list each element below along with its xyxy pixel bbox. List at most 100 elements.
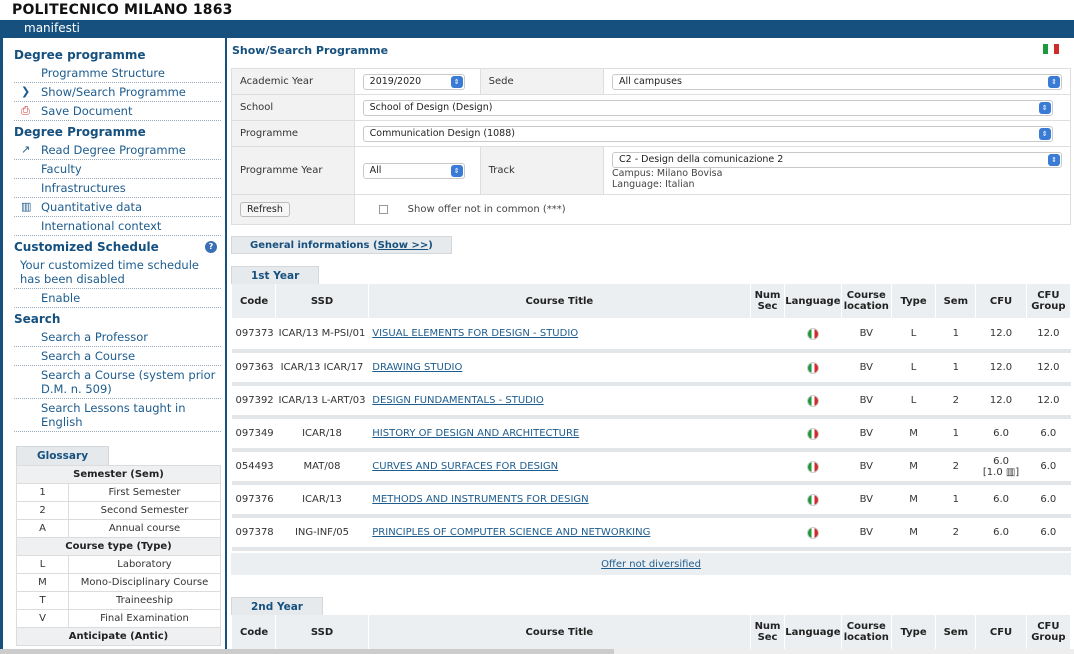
course-code: 054493 xyxy=(231,450,276,485)
column-header-cfu-group[interactable]: CFU Group xyxy=(1025,284,1072,318)
column-header-code[interactable]: Code xyxy=(230,284,277,318)
course-title-link[interactable]: CURVES AND SURFACES FOR DESIGN xyxy=(372,461,558,472)
offer-not-diversified-link[interactable]: Offer not diversified xyxy=(601,559,701,570)
programme-year-select[interactable]: All ⇕ xyxy=(362,162,465,179)
glossary-value: Annual course xyxy=(68,519,221,538)
italian-language-icon xyxy=(806,493,819,506)
column-header-type[interactable]: Type xyxy=(890,615,937,649)
university-logo[interactable]: POLITECNICO MILANO 1863 xyxy=(12,2,233,18)
course-sem: 2 xyxy=(935,384,976,419)
course-cfu: 12.0 xyxy=(975,384,1027,419)
select-arrow-icon: ⇕ xyxy=(1038,127,1051,140)
column-header-language[interactable]: Language xyxy=(784,615,842,649)
table-row: 097349 ICAR/18 HISTORY OF DESIGN AND ARCHI… xyxy=(231,417,1071,452)
course-type: L xyxy=(891,384,936,419)
sidebar-item[interactable]: Search a Professor xyxy=(14,328,221,347)
programme-label: Programme xyxy=(231,120,355,147)
sidebar-item[interactable]: Programme Structure xyxy=(14,64,221,83)
tab-2nd-year[interactable]: 2nd Year xyxy=(231,597,323,615)
column-header-num-sec[interactable]: Num Sec xyxy=(749,284,786,318)
column-header-sem[interactable]: Sem xyxy=(935,615,977,649)
sidebar: Degree programme Programme Structure ❯ Show… xyxy=(14,44,221,646)
sidebar-heading: Search xyxy=(14,312,61,326)
course-cfu: 6.0 xyxy=(975,417,1027,452)
sidebar-item[interactable]: ⎙ Save Document xyxy=(14,102,221,121)
sidebar-item-label: Your customized time schedule has been d… xyxy=(20,258,199,286)
general-info-label: General informations ( xyxy=(250,240,378,251)
glossary-value: Final Examination xyxy=(68,609,221,628)
column-header-num-sec[interactable]: Num Sec xyxy=(749,615,786,649)
column-header-cfu[interactable]: CFU xyxy=(975,615,1027,649)
column-header-type[interactable]: Type xyxy=(890,284,937,318)
section-title[interactable]: manifesti xyxy=(24,21,80,35)
course-title-link[interactable]: PRINCIPLES OF COMPUTER SCIENCE AND NETWO… xyxy=(372,527,650,538)
sidebar-item[interactable]: Search a Course xyxy=(14,347,221,366)
glossary-value: Traineeship xyxy=(68,591,221,610)
sidebar-item[interactable]: ↗ Read Degree Programme xyxy=(14,141,221,160)
refresh-button[interactable]: Refresh xyxy=(240,202,290,217)
column-header-location[interactable]: Course location xyxy=(840,615,892,649)
course-ssd: ICAR/13 L-ART/03 xyxy=(275,384,369,419)
course-cfu-group: 12.0 xyxy=(1026,318,1071,353)
course-title-link[interactable]: METHODS AND INSTRUMENTS FOR DESIGN xyxy=(372,494,588,505)
column-header-language[interactable]: Language xyxy=(784,284,842,318)
table-row: 097373 ICAR/13 M-PSI/01 VISUAL ELEMENTS FO… xyxy=(231,318,1071,353)
course-location: BV xyxy=(841,351,892,386)
course-cfu-extra[interactable]: [1.0 ▥] xyxy=(983,467,1019,478)
general-info-tab[interactable]: General informations (Show >>) xyxy=(231,236,452,254)
sidebar-item[interactable]: Search Lessons taught in English xyxy=(14,399,221,432)
horizontal-scrollbar[interactable] xyxy=(0,649,1074,654)
course-cfu-group: 6.0 xyxy=(1026,417,1071,452)
track-language: Language: Italian xyxy=(612,178,695,190)
show-offer-checkbox[interactable] xyxy=(378,204,388,214)
column-header-location[interactable]: Course location xyxy=(840,284,892,318)
school-select[interactable]: School of Design (Design) ⇕ xyxy=(362,99,1053,116)
sede-select[interactable]: All campuses ⇕ xyxy=(612,73,1062,90)
sidebar-item-label: Search a Professor xyxy=(41,330,148,344)
italian-flag-icon[interactable] xyxy=(1043,44,1059,54)
column-header-ssd[interactable]: SSD xyxy=(275,615,369,649)
column-header-sem[interactable]: Sem xyxy=(935,284,977,318)
course-title-link[interactable]: VISUAL ELEMENTS FOR DESIGN - STUDIO xyxy=(372,328,578,339)
column-header-ssd[interactable]: SSD xyxy=(275,284,369,318)
column-header-cfu-group[interactable]: CFU Group xyxy=(1025,615,1072,649)
course-sem: 1 xyxy=(935,351,976,386)
first-year-table: Code SSD Course Title Num Sec Language Course… xyxy=(230,284,1072,551)
course-ssd: ING-INF/05 xyxy=(275,516,369,551)
sidebar-item[interactable]: Faculty xyxy=(14,160,221,179)
sidebar-item[interactable]: Enable xyxy=(14,289,221,308)
academic-year-select[interactable]: 2019/2020 ⇕ xyxy=(362,73,465,90)
column-header-cfu[interactable]: CFU xyxy=(975,284,1027,318)
table-header-row: Code SSD Course Title Num Sec Language Course… xyxy=(230,615,1072,649)
sidebar-item[interactable]: Search a Course (system prior D.M. n. 50… xyxy=(14,366,221,399)
track-value: C2 - Design della comunicazione 2 xyxy=(619,153,784,165)
course-num-sec xyxy=(750,516,785,551)
sidebar-item[interactable]: International context xyxy=(14,217,221,236)
course-title-link[interactable]: DESIGN FUNDAMENTALS - STUDIO xyxy=(372,395,543,406)
course-title-link[interactable]: DRAWING STUDIO xyxy=(372,362,462,373)
show-offer-label: Show offer not in common (***) xyxy=(407,204,566,215)
sidebar-item[interactable]: ▥ Quantitative data xyxy=(14,198,221,217)
sidebar-item[interactable]: ❯ Show/Search Programme xyxy=(14,83,221,102)
course-title-link[interactable]: HISTORY OF DESIGN AND ARCHITECTURE xyxy=(372,428,579,439)
tab-1st-year[interactable]: 1st Year xyxy=(231,266,320,284)
programme-select[interactable]: Communication Design (1088) ⇕ xyxy=(362,125,1053,142)
column-header-code[interactable]: Code xyxy=(230,615,277,649)
course-cfu: 6.0 xyxy=(975,483,1027,518)
column-header-title[interactable]: Course Title xyxy=(367,284,751,318)
glossary-key: 2 xyxy=(16,501,69,520)
table-row: 054493 MAT/08 CURVES AND SURFACES FOR DESI… xyxy=(231,450,1071,485)
column-header-title[interactable]: Course Title xyxy=(367,615,751,649)
sidebar-item[interactable]: Infrastructures xyxy=(14,179,221,198)
scrollbar-thumb[interactable] xyxy=(0,649,614,654)
track-select[interactable]: C2 - Design della comunicazione 2 ⇕ xyxy=(612,151,1062,168)
glossary-tab[interactable]: Glossary xyxy=(16,446,110,465)
help-icon[interactable]: ? xyxy=(205,241,217,253)
school-label: School xyxy=(231,94,355,121)
course-sem: 2 xyxy=(935,450,976,485)
general-info-show-link[interactable]: Show >> xyxy=(378,240,429,251)
course-cfu-value: 6.0 xyxy=(993,455,1009,467)
italian-language-icon xyxy=(806,460,819,473)
glossary-row: 2 Second Semester xyxy=(16,501,221,520)
course-ssd: ICAR/13 xyxy=(275,483,369,518)
